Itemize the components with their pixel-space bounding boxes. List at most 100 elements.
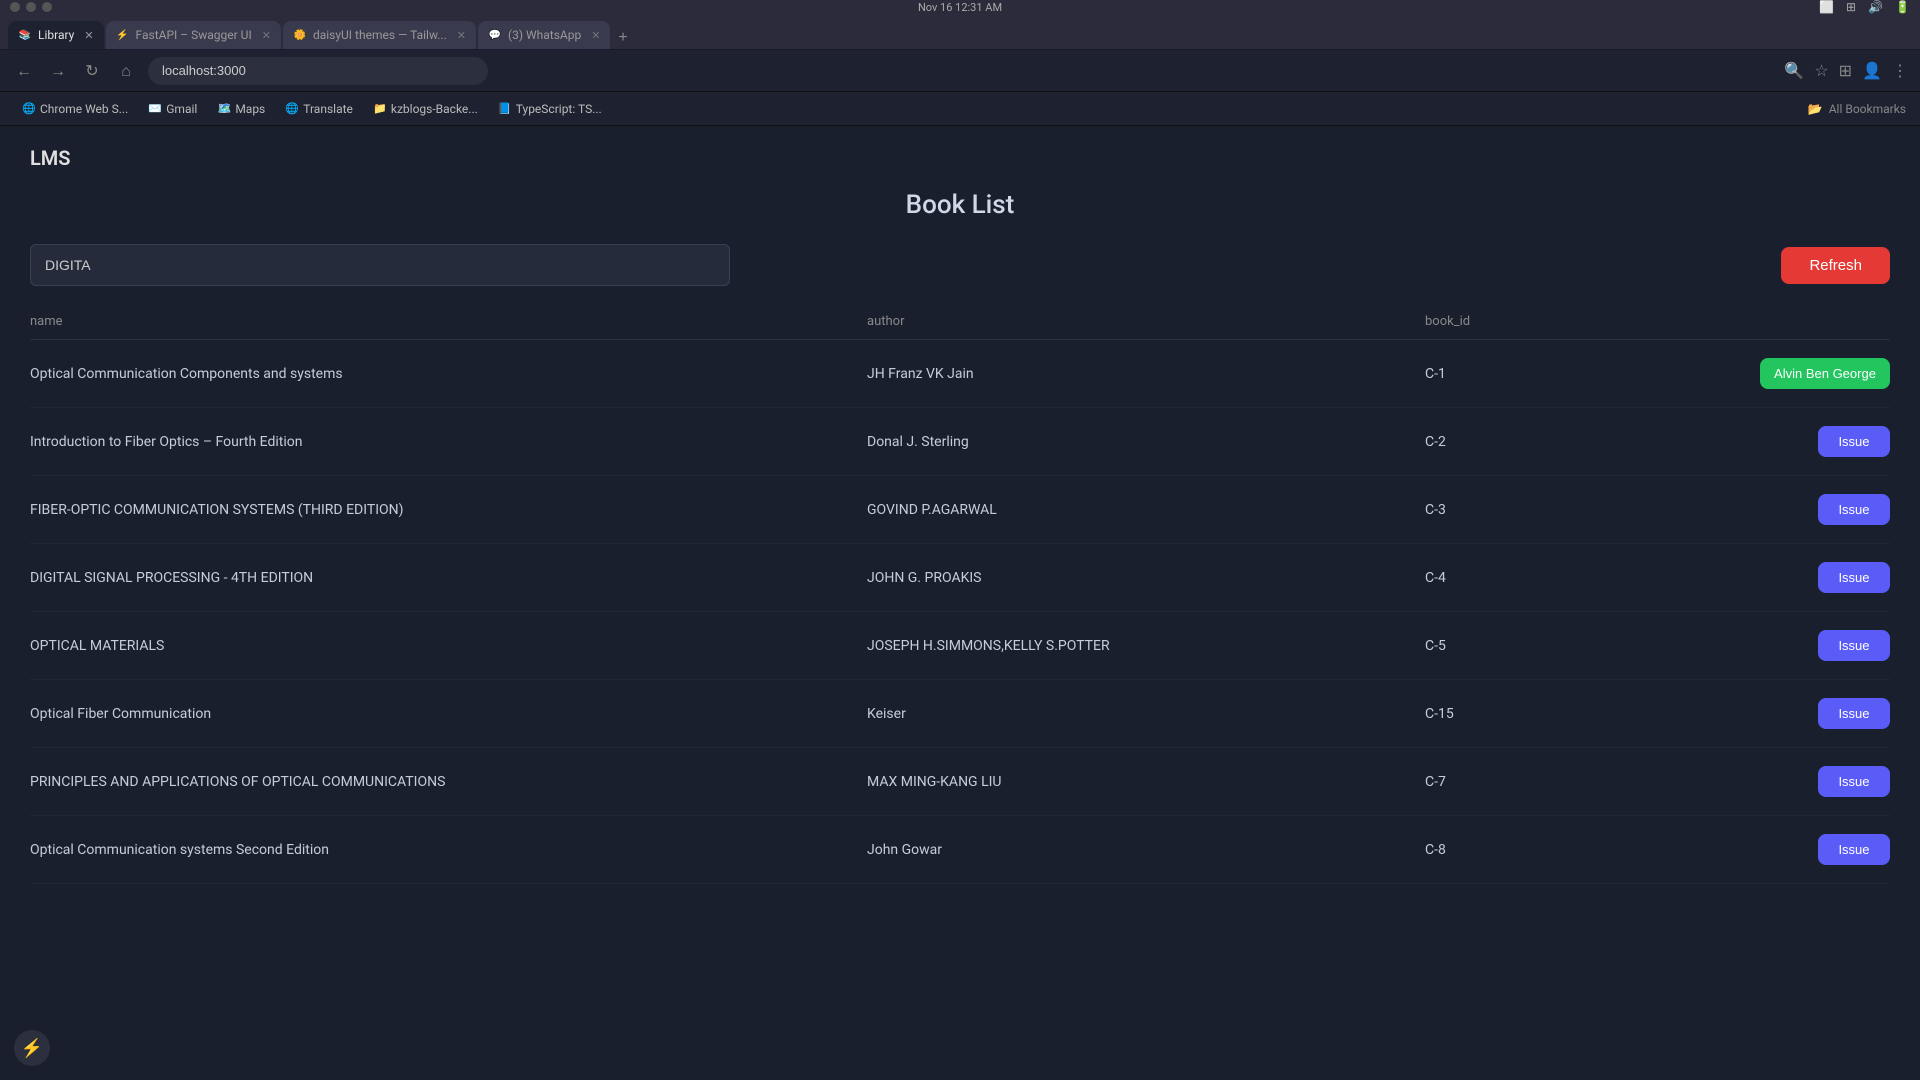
bookmark-gmail-label: Gmail	[166, 102, 197, 116]
table-row: Optical Communication systems Second Edi…	[30, 816, 1890, 884]
new-tab-button[interactable]: +	[612, 29, 633, 47]
address-input[interactable]	[148, 57, 488, 85]
book-list: Optical Communication Components and sys…	[30, 340, 1890, 884]
book-action: Issue	[1648, 494, 1890, 525]
book-action: Issue	[1648, 562, 1890, 593]
page-title: Book List	[30, 190, 1890, 220]
bookmark-typescript-label: TypeScript: TS...	[516, 102, 602, 116]
book-name: Introduction to Fiber Optics – Fourth Ed…	[30, 434, 867, 450]
tab-daisyui-close[interactable]: ✕	[457, 29, 466, 42]
screen-icon: ⬜	[1819, 0, 1834, 14]
bookmark-typescript-icon: 📘	[498, 102, 512, 116]
zoom-icon[interactable]: 🔍	[1784, 61, 1804, 80]
book-name: PRINCIPLES AND APPLICATIONS OF OPTICAL C…	[30, 774, 867, 790]
bookmark-gmail[interactable]: ✉️ Gmail	[140, 99, 205, 119]
col-header-name: name	[30, 314, 867, 329]
issue-button[interactable]: Issue	[1818, 630, 1890, 661]
book-author: JOSEPH H.SIMMONS,KELLY S.POTTER	[867, 638, 1425, 654]
issue-button[interactable]: Issue	[1818, 698, 1890, 729]
bookmark-translate-icon: 🌐	[285, 102, 299, 116]
bookmark-typescript[interactable]: 📘 TypeScript: TS...	[490, 99, 610, 119]
table-row: PRINCIPLES AND APPLICATIONS OF OPTICAL C…	[30, 748, 1890, 816]
system-time: Nov 16 12:31 AM	[918, 1, 1002, 14]
book-id: C-8	[1425, 842, 1648, 858]
book-id: C-5	[1425, 638, 1648, 654]
bookmark-star-icon[interactable]: ☆	[1814, 61, 1828, 80]
book-name: Optical Communication Components and sys…	[30, 366, 867, 382]
book-author: GOVIND P.AGARWAL	[867, 502, 1425, 518]
book-name: Optical Communication systems Second Edi…	[30, 842, 867, 858]
profile-icon[interactable]: 👤	[1862, 61, 1882, 80]
book-id: C-3	[1425, 502, 1648, 518]
tab-fastapi-close[interactable]: ✕	[262, 29, 271, 42]
book-author: Keiser	[867, 706, 1425, 722]
table-header: name author book_id	[30, 306, 1890, 340]
volume-icon: 🔊	[1868, 0, 1883, 14]
bookmark-maps-label: Maps	[235, 102, 265, 116]
book-id: C-15	[1425, 706, 1648, 722]
bookmark-chrome-web-store[interactable]: 🌐 Chrome Web S...	[14, 99, 136, 119]
issue-button[interactable]: Issue	[1818, 834, 1890, 865]
all-bookmarks[interactable]: 📂 All Bookmarks	[1808, 102, 1906, 116]
forward-button[interactable]: →	[46, 59, 70, 83]
table-row: DIGITAL SIGNAL PROCESSING - 4TH EDITION …	[30, 544, 1890, 612]
issue-button[interactable]: Issue	[1818, 562, 1890, 593]
book-name: OPTICAL MATERIALS	[30, 638, 867, 654]
book-action: Issue	[1648, 698, 1890, 729]
issued-button[interactable]: Alvin Ben George	[1760, 358, 1890, 389]
book-id: C-1	[1425, 366, 1648, 382]
bookmark-kzblogs-icon: 📁	[373, 102, 387, 116]
refresh-button[interactable]: Refresh	[1781, 247, 1890, 284]
extensions-icon[interactable]: ⊞	[1839, 61, 1852, 80]
book-author: JH Franz VK Jain	[867, 366, 1425, 382]
bookmark-maps[interactable]: 🗺️ Maps	[209, 99, 273, 119]
book-action: Alvin Ben George	[1648, 358, 1890, 389]
issue-button[interactable]: Issue	[1818, 494, 1890, 525]
menu-icon[interactable]: ⋮	[1892, 61, 1908, 80]
address-bar: ← → ↻ ⌂ 🔍 ☆ ⊞ 👤 ⋮	[0, 50, 1920, 92]
tab-library[interactable]: 📚 Library ✕	[8, 21, 104, 49]
table-row: Optical Fiber Communication Keiser C-15 …	[30, 680, 1890, 748]
reload-button[interactable]: ↻	[80, 59, 104, 83]
app-content: LMS Book List Refresh name author book_i…	[0, 126, 1920, 1080]
book-id: C-4	[1425, 570, 1648, 586]
book-author: JOHN G. PROAKIS	[867, 570, 1425, 586]
book-action: Issue	[1648, 630, 1890, 661]
window-dot-yellow	[26, 2, 36, 12]
system-tray: ⬜ ⊞ 🔊 🔋	[1819, 0, 1910, 14]
home-button[interactable]: ⌂	[114, 59, 138, 83]
tab-daisyui-favicon: 🌼	[293, 28, 307, 42]
all-bookmarks-label: All Bookmarks	[1829, 102, 1906, 116]
book-id: C-7	[1425, 774, 1648, 790]
lightning-button[interactable]: ⚡	[14, 1030, 50, 1066]
bookmark-chrome-web-store-label: Chrome Web S...	[40, 102, 128, 116]
book-author: Donal J. Sterling	[867, 434, 1425, 450]
tab-whatsapp-favicon: 💬	[488, 28, 502, 42]
issue-button[interactable]: Issue	[1818, 426, 1890, 457]
book-action: Issue	[1648, 766, 1890, 797]
address-bar-icons: 🔍 ☆ ⊞ 👤 ⋮	[1784, 61, 1908, 80]
tab-library-label: Library	[38, 28, 74, 42]
table-row: FIBER-OPTIC COMMUNICATION SYSTEMS (THIRD…	[30, 476, 1890, 544]
book-name: FIBER-OPTIC COMMUNICATION SYSTEMS (THIRD…	[30, 502, 867, 518]
tab-whatsapp[interactable]: 💬 (3) WhatsApp ✕	[478, 21, 610, 49]
search-input[interactable]	[30, 244, 730, 286]
network-icon: ⊞	[1846, 0, 1856, 14]
tab-fastapi[interactable]: ⚡ FastAPI – Swagger UI ✕	[106, 21, 281, 49]
col-header-author: author	[867, 314, 1425, 329]
tab-daisyui[interactable]: 🌼 daisyUI themes — Tailw... ✕	[283, 21, 476, 49]
bookmark-kzblogs[interactable]: 📁 kzblogs-Backe...	[365, 99, 486, 119]
col-header-bookid: book_id	[1425, 314, 1648, 329]
tab-library-close[interactable]: ✕	[84, 29, 93, 42]
bookmark-gmail-icon: ✉️	[148, 102, 162, 116]
back-button[interactable]: ←	[12, 59, 36, 83]
book-action: Issue	[1648, 426, 1890, 457]
tab-whatsapp-close[interactable]: ✕	[591, 29, 600, 42]
book-id: C-2	[1425, 434, 1648, 450]
issue-button[interactable]: Issue	[1818, 766, 1890, 797]
window-dot-red	[10, 2, 20, 12]
col-header-action	[1648, 314, 1890, 329]
tab-bar: 📚 Library ✕ ⚡ FastAPI – Swagger UI ✕ 🌼 d…	[0, 14, 1920, 50]
tab-daisyui-label: daisyUI themes — Tailw...	[313, 28, 447, 42]
bookmark-translate[interactable]: 🌐 Translate	[277, 99, 361, 119]
